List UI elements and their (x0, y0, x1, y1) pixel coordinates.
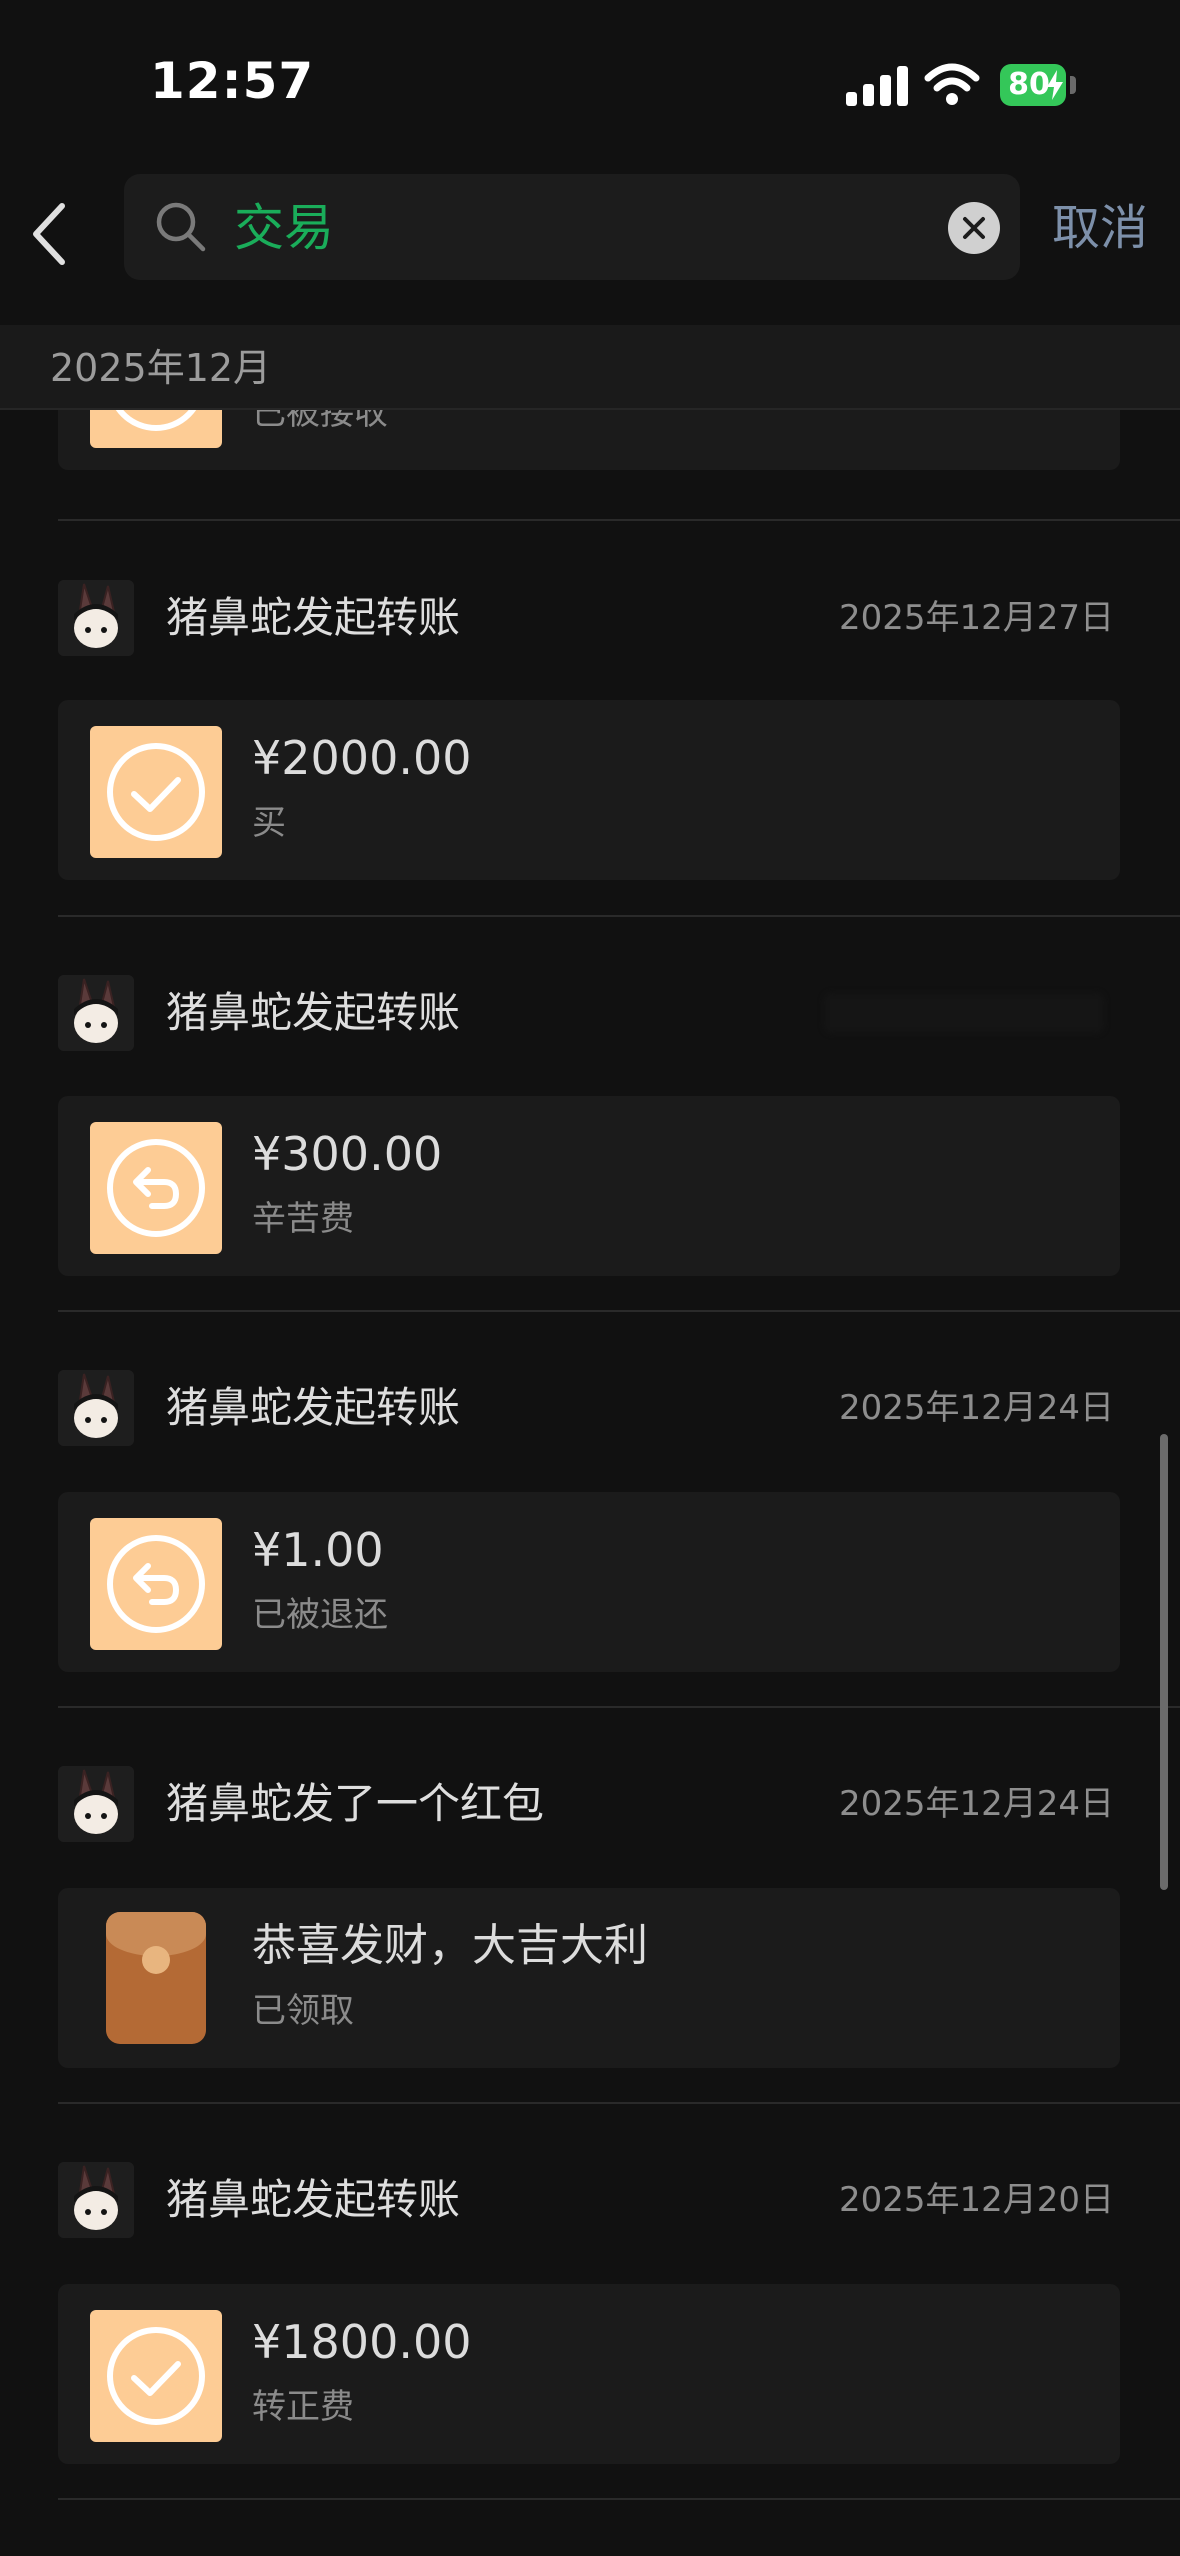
divider (58, 2498, 1180, 2500)
transfer-icon (90, 1518, 222, 1650)
wifi-icon (924, 63, 980, 105)
transaction-list[interactable]: 已被接收 猪鼻蛇发起转账 2025年12月27日 ¥2000.00 买 猪鼻蛇发… (0, 410, 1180, 2556)
divider (58, 915, 1180, 917)
transaction-note: 已被退还 (252, 1595, 388, 1635)
search-header: 交易 取消 (0, 160, 1180, 325)
charging-bolt-icon (1047, 70, 1063, 100)
search-icon (156, 202, 206, 252)
cellular-signal-icon (846, 66, 908, 106)
red-envelope-status: 已领取 (252, 1991, 354, 2031)
avatar-icon (58, 580, 134, 656)
avatar (58, 1766, 134, 1842)
transaction-note: 辛苦费 (252, 1199, 354, 1239)
avatar (58, 2162, 134, 2238)
transaction-status: 已被接收 (252, 410, 388, 433)
return-arrow-icon (107, 1535, 205, 1633)
check-circle-icon (115, 410, 197, 431)
status-bar: 12:57 80 (0, 0, 1180, 160)
close-icon (963, 217, 985, 239)
item-date: 2025年12月24日 (838, 1784, 1114, 1824)
item-title: 猪鼻蛇发了一个红包 (166, 1779, 545, 1828)
transaction-card[interactable]: ¥1800.00 转正费 (58, 2284, 1120, 2464)
clear-search-button[interactable] (948, 202, 1000, 254)
transaction-note: 买 (252, 803, 286, 843)
divider (58, 2102, 1180, 2104)
transaction-amount: ¥1800.00 (252, 2315, 472, 2369)
month-section-header: 2025年12月 (0, 325, 1180, 410)
transaction-card[interactable]: ¥300.00 辛苦费 (58, 1096, 1120, 1276)
divider (58, 1706, 1180, 1708)
check-circle-icon (107, 743, 205, 841)
transfer-icon (90, 1122, 222, 1254)
battery-indicator: 80 (1000, 64, 1066, 106)
avatar-icon (58, 2162, 134, 2238)
avatar-icon (58, 1370, 134, 1446)
transaction-amount: ¥2000.00 (252, 731, 472, 785)
return-arrow-icon (107, 1139, 205, 1237)
list-item-header[interactable]: 猪鼻蛇发起转账 2025年12月27日 (58, 580, 1120, 660)
redacted-date (824, 993, 1104, 1033)
list-item-header[interactable]: 猪鼻蛇发起转账 (58, 975, 1120, 1055)
transaction-card[interactable]: 已被接收 (58, 410, 1120, 470)
list-item-header[interactable]: 猪鼻蛇发起转账 2025年12月24日 (58, 1370, 1120, 1450)
transaction-card[interactable]: ¥2000.00 买 (58, 700, 1120, 880)
red-envelope-greeting: 恭喜发财，大吉大利 (252, 1920, 648, 1971)
red-envelope-card[interactable]: 恭喜发财，大吉大利 已领取 (58, 1888, 1120, 2068)
item-date: 2025年12月27日 (838, 598, 1114, 638)
transfer-icon (90, 410, 222, 448)
envelope-seal-icon (142, 1946, 170, 1974)
item-title: 猪鼻蛇发起转账 (166, 988, 461, 1037)
item-title: 猪鼻蛇发起转账 (166, 593, 461, 642)
red-envelope-icon (106, 1912, 206, 2044)
transaction-note: 转正费 (252, 2387, 354, 2427)
divider (58, 1310, 1180, 1312)
search-input[interactable]: 交易 (124, 174, 1020, 280)
avatar-icon (58, 1766, 134, 1842)
transfer-icon (90, 726, 222, 858)
transfer-icon (90, 2310, 222, 2442)
transaction-amount: ¥300.00 (252, 1127, 443, 1181)
check-circle-icon (107, 2327, 205, 2425)
avatar (58, 1370, 134, 1446)
item-date: 2025年12月20日 (838, 2180, 1114, 2220)
divider (58, 519, 1180, 521)
avatar (58, 975, 134, 1051)
transaction-amount: ¥1.00 (252, 1523, 384, 1577)
avatar (58, 580, 134, 656)
status-time: 12:57 (150, 52, 315, 110)
back-chevron-icon[interactable] (26, 200, 70, 268)
search-query[interactable]: 交易 (234, 198, 334, 258)
transaction-card[interactable]: ¥1.00 已被退还 (58, 1492, 1120, 1672)
month-label: 2025年12月 (50, 346, 272, 390)
avatar-icon (58, 975, 134, 1051)
item-title: 猪鼻蛇发起转账 (166, 1383, 461, 1432)
cancel-button[interactable]: 取消 (1052, 198, 1148, 258)
battery-cap (1070, 76, 1076, 94)
scrollbar[interactable] (1160, 1434, 1168, 1890)
list-item-header[interactable]: 猪鼻蛇发起转账 2025年12月20日 (58, 2162, 1120, 2242)
list-item-header[interactable]: 猪鼻蛇发了一个红包 2025年12月24日 (58, 1766, 1120, 1846)
item-date: 2025年12月24日 (838, 1388, 1114, 1428)
item-title: 猪鼻蛇发起转账 (166, 2175, 461, 2224)
